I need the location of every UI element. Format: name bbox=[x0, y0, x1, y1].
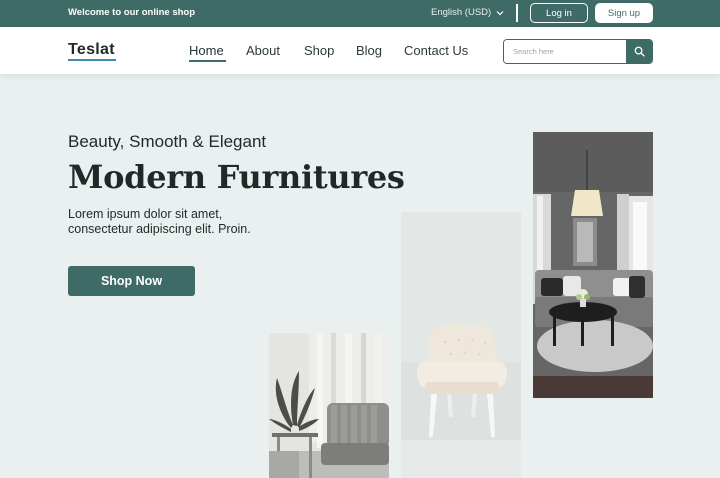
chevron-down-icon bbox=[496, 10, 504, 15]
language-label: English (USD) bbox=[431, 7, 492, 18]
sofa-with-plant-image bbox=[269, 333, 389, 478]
hero-tagline: Beauty, Smooth & Elegant bbox=[68, 132, 267, 151]
search-box bbox=[503, 39, 653, 64]
signup-button[interactable]: Sign up bbox=[595, 3, 653, 23]
welcome-message: Welcome to our online shop bbox=[68, 7, 196, 18]
nav-item-contact[interactable]: Contact Us bbox=[404, 43, 468, 58]
logo-underline bbox=[68, 59, 116, 61]
top-announcement-bar: Welcome to our online shop English (USD)… bbox=[0, 0, 720, 27]
active-nav-indicator bbox=[189, 60, 226, 62]
site-logo[interactable]: Teslat bbox=[68, 41, 115, 59]
nav-item-about[interactable]: About bbox=[246, 43, 280, 58]
search-input[interactable] bbox=[504, 40, 628, 63]
nav-item-shop[interactable]: Shop bbox=[304, 43, 334, 58]
search-button[interactable] bbox=[626, 40, 652, 63]
language-currency-selector[interactable]: English (USD) bbox=[431, 7, 505, 18]
living-room-image bbox=[533, 132, 653, 398]
login-button[interactable]: Log in bbox=[530, 3, 588, 23]
topbar-divider bbox=[516, 4, 518, 22]
tufted-chair-image bbox=[401, 212, 521, 478]
nav-item-home[interactable]: Home bbox=[189, 43, 224, 58]
main-navigation: Teslat Home About Shop Blog Contact Us bbox=[0, 27, 720, 74]
nav-item-blog[interactable]: Blog bbox=[356, 43, 382, 58]
hero-description: Lorem ipsum dolor sit amet, consectetur … bbox=[68, 207, 251, 236]
hero-headline: Modern Furnitures bbox=[68, 158, 405, 196]
shop-now-button[interactable]: Shop Now bbox=[68, 266, 195, 296]
search-icon bbox=[634, 46, 645, 57]
